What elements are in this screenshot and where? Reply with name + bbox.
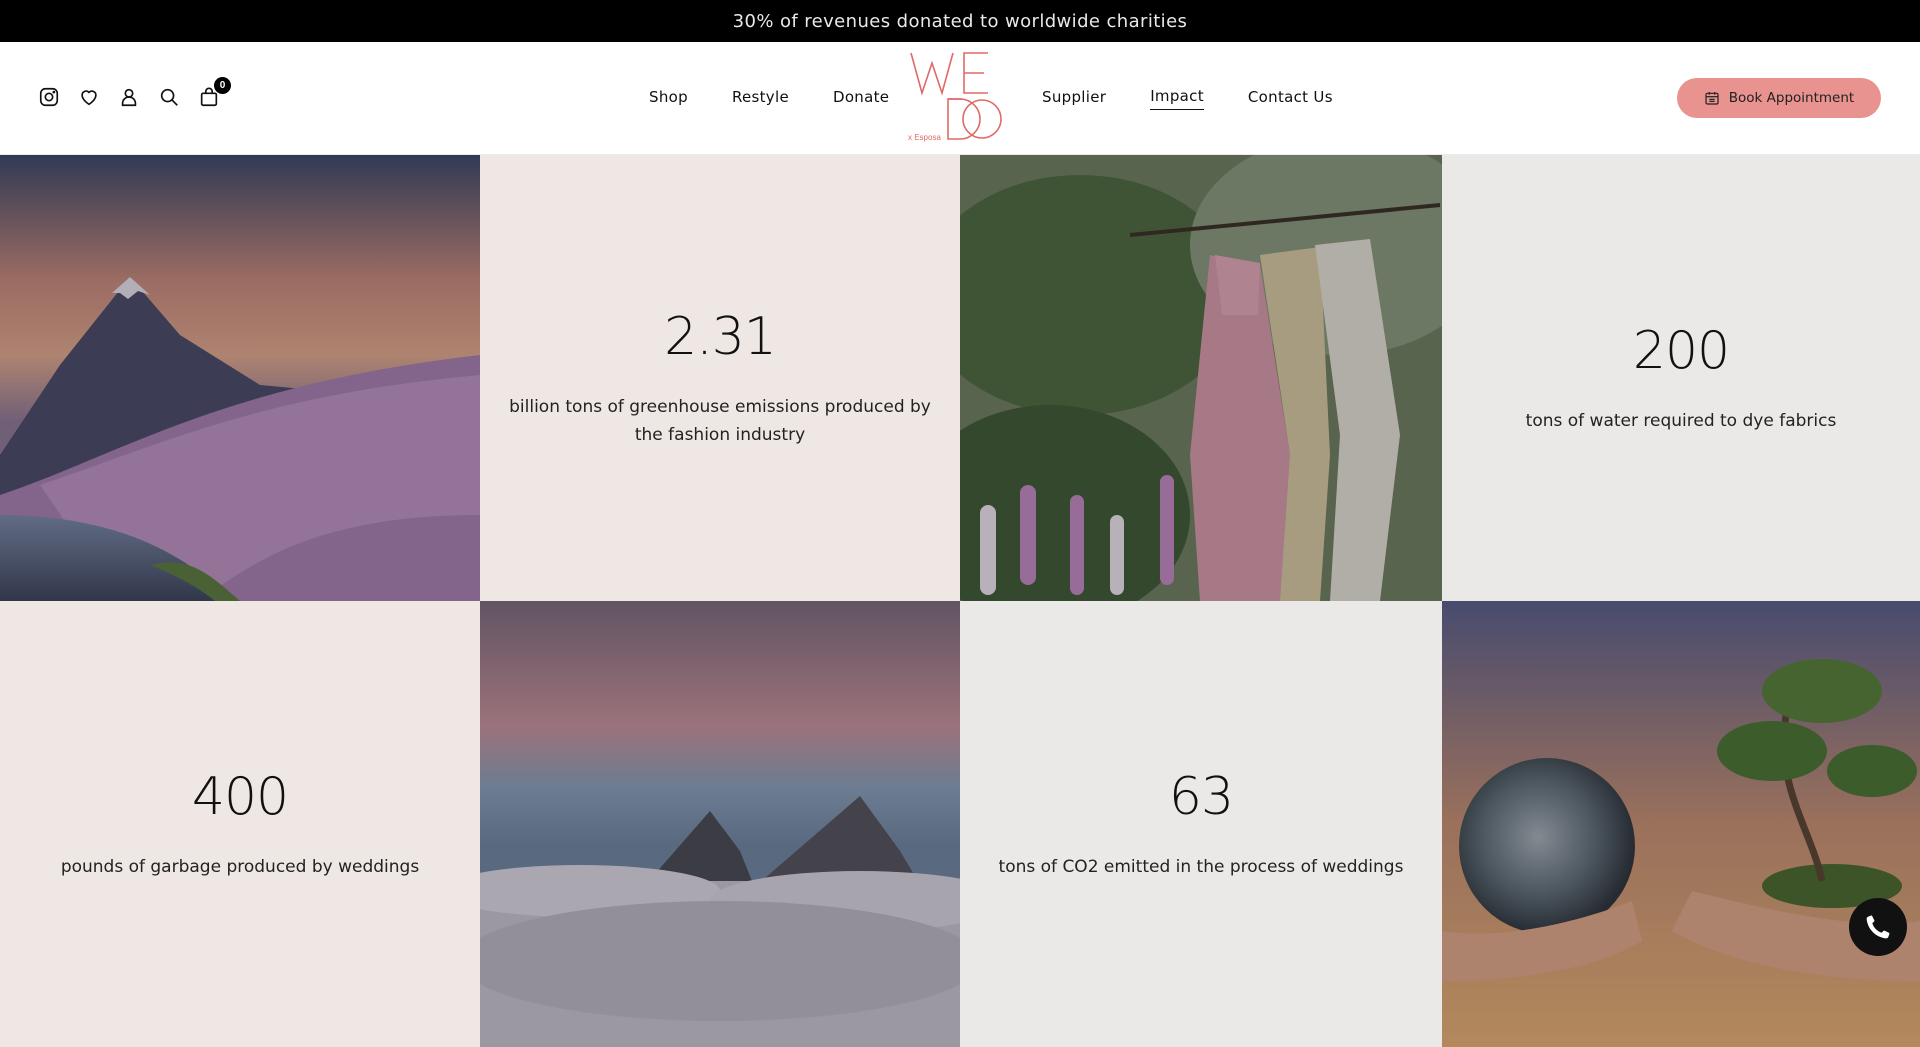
- stat-value: 200: [1632, 321, 1730, 381]
- instagram-icon[interactable]: [38, 86, 60, 108]
- cart-count-badge: 0: [214, 77, 231, 94]
- stat-label: pounds of garbage produced by weddings: [60, 857, 420, 877]
- photo-dresses-garden: [960, 155, 1442, 601]
- phone-icon: [1866, 915, 1890, 939]
- nav-donate[interactable]: Donate: [833, 88, 889, 110]
- stat-value: 63: [1168, 767, 1234, 827]
- stat-water: 200 tons of water required to dye fabric…: [1442, 155, 1920, 601]
- stat-co2: 63 tons of CO2 emitted in the process of…: [960, 601, 1442, 1047]
- stat-label: tons of CO2 emitted in the process of we…: [998, 857, 1404, 877]
- stat-label: billion tons of greenhouse emissions pro…: [509, 397, 931, 445]
- logo-sub: x Esposa: [908, 133, 941, 142]
- stat-value: 2.31: [664, 307, 777, 367]
- impact-grid: 2.31 billion tons of greenhouse emission…: [0, 155, 1920, 1047]
- heart-icon[interactable]: [78, 86, 100, 108]
- photo-mount-fuji: [0, 155, 480, 601]
- book-appointment-label: Book Appointment: [1728, 90, 1855, 106]
- nav-contact[interactable]: Contact Us: [1248, 88, 1333, 110]
- nav-shop[interactable]: Shop: [649, 88, 688, 110]
- stat-garbage: 400 pounds of garbage produced by weddin…: [0, 601, 480, 1047]
- nav-right: Supplier Impact Contact Us: [1042, 42, 1333, 155]
- nav-left: Shop Restyle Donate: [649, 42, 889, 155]
- announcement-bar: 30% of revenues donated to worldwide cha…: [0, 0, 1920, 42]
- whatsapp-chat-button[interactable]: [1849, 898, 1907, 956]
- calendar-icon: [1705, 92, 1719, 105]
- user-icon[interactable]: [118, 86, 140, 108]
- stat-label: tons of water required to dye fabrics: [1525, 411, 1837, 431]
- photo-earth-and-tree: [1442, 601, 1920, 1047]
- nav-restyle[interactable]: Restyle: [732, 88, 789, 110]
- search-icon[interactable]: [158, 86, 180, 108]
- logo-mark: x Esposa: [908, 52, 1002, 142]
- nav-impact[interactable]: Impact: [1150, 87, 1204, 110]
- book-appointment-button[interactable]: Book Appointment: [1677, 78, 1881, 118]
- announcement-text: 30% of revenues donated to worldwide cha…: [732, 10, 1188, 32]
- stat-value: 400: [191, 767, 289, 827]
- nav-supplier[interactable]: Supplier: [1042, 88, 1106, 110]
- bag-icon[interactable]: 0: [198, 77, 231, 108]
- logo[interactable]: x Esposa: [908, 49, 1004, 145]
- stat-greenhouse: 2.31 billion tons of greenhouse emission…: [480, 155, 960, 601]
- utility-icons: 0: [38, 77, 231, 108]
- photo-mountains-clouds: [480, 601, 960, 1047]
- site-header: 0 Shop Restyle Donate x Esposa Supplier …: [0, 42, 1920, 155]
